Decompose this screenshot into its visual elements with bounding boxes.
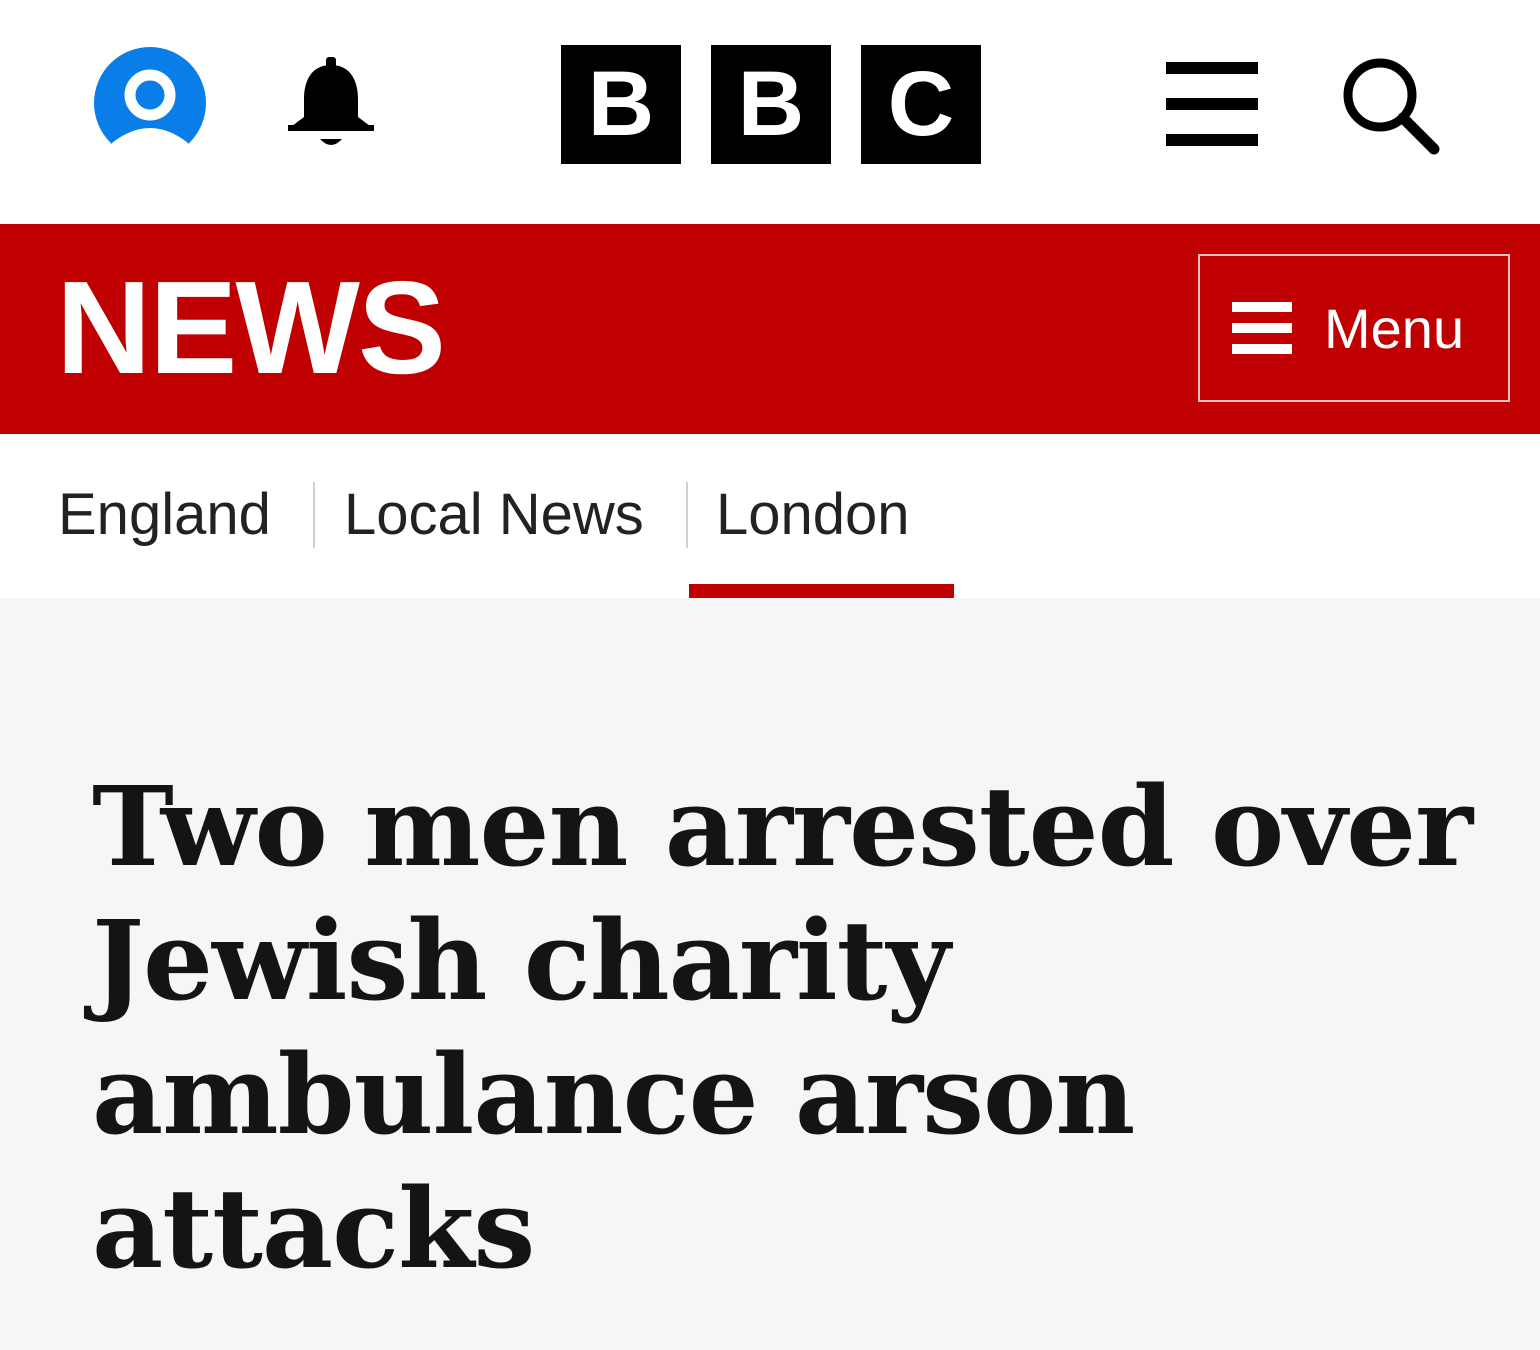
bbc-logo-letter: C [861, 45, 981, 164]
account-icon[interactable] [94, 47, 206, 159]
nav-item-england[interactable]: England [58, 482, 271, 548]
menu-label: Menu [1324, 296, 1465, 360]
bbc-logo-letter: B [561, 45, 681, 164]
nav-item-london[interactable]: London [716, 482, 910, 548]
nav-divider [686, 482, 688, 548]
news-logo[interactable]: NEWS [56, 262, 446, 394]
bbc-logo-letter: B [711, 45, 831, 164]
hamburger-icon[interactable] [1166, 62, 1258, 146]
bell-icon[interactable] [284, 55, 378, 155]
article-headline: Two men arrested over Jewish charity amb… [92, 762, 1473, 1293]
nav-divider [313, 482, 315, 548]
nav-item-local-news[interactable]: Local News [344, 482, 644, 548]
menu-button[interactable]: Menu [1198, 254, 1510, 402]
bbc-logo[interactable]: B B C [561, 45, 981, 164]
hamburger-icon [1232, 302, 1292, 354]
search-icon[interactable] [1340, 55, 1440, 155]
active-tab-indicator [689, 584, 954, 598]
